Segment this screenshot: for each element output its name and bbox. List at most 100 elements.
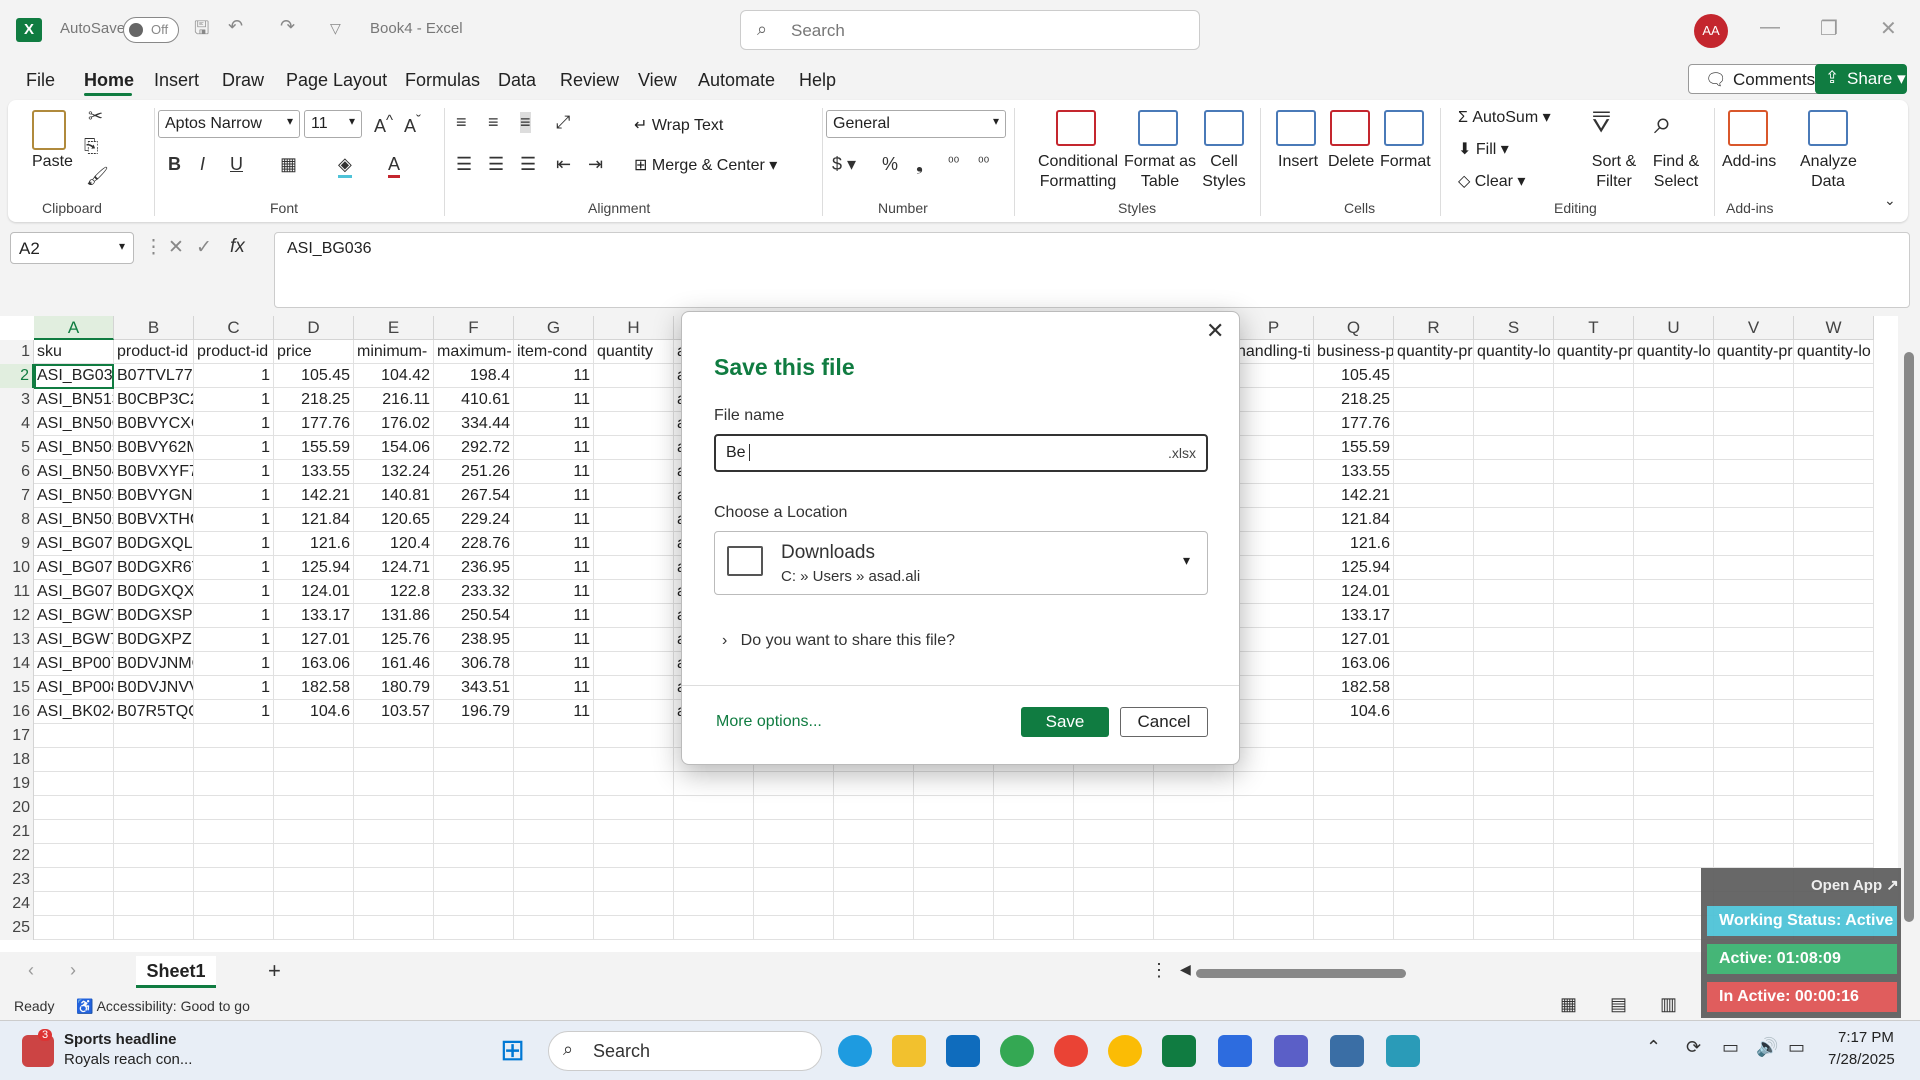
table-cell[interactable] (914, 844, 994, 868)
table-cell[interactable] (1394, 748, 1474, 772)
table-cell[interactable] (1154, 868, 1234, 892)
cell-styles-button[interactable]: Cell Styles (1194, 152, 1254, 192)
table-cell[interactable]: 1 (194, 628, 274, 652)
table-cell[interactable] (1554, 700, 1634, 724)
table-cell[interactable] (1234, 724, 1314, 748)
normal-view-icon[interactable]: ▦ (1560, 994, 1577, 1015)
table-cell[interactable] (1714, 484, 1794, 508)
location-select[interactable]: Downloads C: » Users » asad.ali ▾ (714, 531, 1208, 595)
table-cell[interactable]: ASI_BG073 (34, 532, 114, 556)
table-cell[interactable] (1794, 388, 1874, 412)
table-cell[interactable] (1234, 700, 1314, 724)
table-cell[interactable] (1474, 724, 1554, 748)
chrome-icon[interactable] (1000, 1035, 1034, 1067)
vertical-scrollbar[interactable] (1898, 316, 1920, 952)
table-cell[interactable] (1474, 388, 1554, 412)
table-cell[interactable] (514, 724, 594, 748)
table-cell[interactable] (354, 748, 434, 772)
table-cell[interactable] (1794, 436, 1874, 460)
table-cell[interactable]: 11 (514, 460, 594, 484)
table-cell[interactable] (1554, 844, 1634, 868)
table-cell[interactable] (114, 820, 194, 844)
table-cell[interactable]: 1 (194, 508, 274, 532)
table-cell[interactable] (594, 652, 674, 676)
align-bottom-icon[interactable]: ≡ (520, 112, 531, 133)
table-cell[interactable]: 133.17 (1314, 604, 1394, 628)
table-cell[interactable] (594, 388, 674, 412)
table-cell[interactable] (674, 820, 754, 844)
row-header[interactable]: 23 (0, 868, 34, 892)
table-cell[interactable] (594, 580, 674, 604)
table-cell[interactable]: 1 (194, 676, 274, 700)
table-cell[interactable] (1154, 916, 1234, 940)
table-cell[interactable] (34, 844, 114, 868)
table-cell[interactable]: 127.01 (1314, 628, 1394, 652)
table-cell[interactable] (1314, 916, 1394, 940)
table-cell[interactable]: 104.6 (274, 700, 354, 724)
table-cell[interactable]: 177.76 (1314, 412, 1394, 436)
table-cell[interactable] (1394, 364, 1474, 388)
table-cell[interactable] (354, 916, 434, 940)
table-cell[interactable] (354, 844, 434, 868)
table-cell[interactable] (1714, 388, 1794, 412)
table-cell[interactable] (1714, 700, 1794, 724)
align-center-icon[interactable]: ☰ (488, 154, 504, 175)
table-cell[interactable] (1394, 604, 1474, 628)
name-box[interactable]: A2 ▾ (10, 232, 134, 264)
table-cell[interactable] (1074, 772, 1154, 796)
sort-filter-button[interactable]: Sort & Filter (1584, 152, 1644, 192)
table-cell[interactable]: 133.17 (274, 604, 354, 628)
row-header[interactable]: 22 (0, 844, 34, 868)
increase-decimal-icon[interactable]: ⁰⁰ (948, 154, 959, 171)
table-cell[interactable]: product-id (114, 340, 194, 364)
table-cell[interactable] (1394, 460, 1474, 484)
table-cell[interactable] (1474, 700, 1554, 724)
table-cell[interactable] (514, 748, 594, 772)
table-cell[interactable] (354, 892, 434, 916)
table-cell[interactable] (514, 820, 594, 844)
table-cell[interactable]: 11 (514, 508, 594, 532)
column-header[interactable]: F (434, 316, 514, 340)
increase-font-icon[interactable]: A^ (374, 112, 393, 137)
table-cell[interactable] (994, 772, 1074, 796)
avatar[interactable]: AA (1694, 14, 1728, 48)
table-cell[interactable] (1474, 652, 1554, 676)
table-cell[interactable] (1234, 388, 1314, 412)
table-cell[interactable] (1714, 412, 1794, 436)
currency-icon[interactable]: $ ▾ (832, 154, 856, 175)
table-cell[interactable] (1394, 700, 1474, 724)
table-cell[interactable]: 131.86 (354, 604, 434, 628)
table-cell[interactable] (274, 820, 354, 844)
row-header[interactable]: 7 (0, 484, 34, 508)
table-cell[interactable] (674, 868, 754, 892)
table-cell[interactable]: 11 (514, 532, 594, 556)
table-cell[interactable]: 1 (194, 388, 274, 412)
menu-formulas[interactable]: Formulas (405, 70, 480, 91)
font-size-select[interactable]: 11 ▾ (304, 110, 362, 138)
menu-review[interactable]: Review (560, 70, 619, 91)
table-cell[interactable] (1714, 748, 1794, 772)
table-cell[interactable] (434, 916, 514, 940)
table-cell[interactable]: 334.44 (434, 412, 514, 436)
table-cell[interactable]: 238.95 (434, 628, 514, 652)
table-cell[interactable] (1794, 724, 1874, 748)
table-cell[interactable]: 198.4 (434, 364, 514, 388)
table-cell[interactable] (34, 820, 114, 844)
share-button[interactable]: ⇪ Share ▾ (1815, 64, 1907, 94)
decrease-indent-icon[interactable]: ⇤ (556, 154, 571, 175)
table-cell[interactable] (1234, 772, 1314, 796)
open-app-link[interactable]: Open App ↗ (1811, 876, 1899, 894)
collapse-ribbon-icon[interactable]: ⌄ (1884, 192, 1896, 209)
table-cell[interactable]: 1 (194, 604, 274, 628)
table-cell[interactable]: quantity-pr (1714, 340, 1794, 364)
table-cell[interactable] (1554, 484, 1634, 508)
align-middle-icon[interactable]: ≡ (488, 112, 499, 133)
table-cell[interactable] (1634, 580, 1714, 604)
table-cell[interactable] (114, 844, 194, 868)
undo-icon[interactable]: ↶ (228, 16, 243, 37)
table-cell[interactable]: 133.55 (274, 460, 354, 484)
table-cell[interactable] (594, 772, 674, 796)
find-select-button[interactable]: Find & Select (1644, 152, 1708, 192)
table-cell[interactable]: 343.51 (434, 676, 514, 700)
table-cell[interactable] (1634, 748, 1714, 772)
